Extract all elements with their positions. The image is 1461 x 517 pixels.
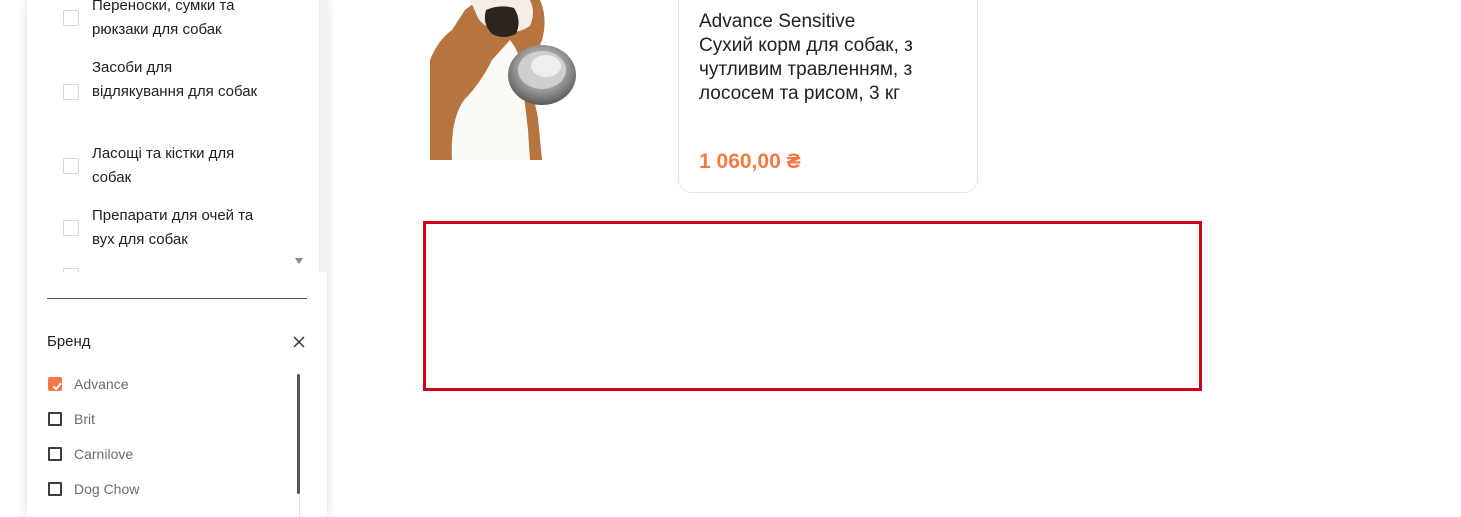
category-checkbox[interactable] (63, 220, 79, 236)
product-image[interactable] (430, 0, 580, 160)
filter-sidebar: Переноски, сумки та рюкзаки для собак За… (27, 0, 327, 517)
product-brand: Advance Sensitive (699, 11, 856, 32)
brand-label: Brit (74, 411, 95, 427)
brand-filter-list: Advance Brit Carnilove Dog Chow (27, 365, 327, 517)
brand-label: Advance (74, 376, 129, 392)
category-label: Ласощі та кістки для собак (92, 145, 235, 186)
checkbox[interactable] (48, 447, 62, 461)
category-checkbox[interactable] (63, 158, 79, 174)
category-label: Препарати для очей та вух для собак (92, 207, 254, 248)
product-title[interactable]: Advance Sensitive Сухий корм для собак, … (699, 10, 939, 106)
section-divider (47, 298, 307, 299)
product-description: Сухий корм для собак, з чутливим травлен… (699, 35, 913, 104)
checkmark-icon (52, 382, 62, 391)
category-filter-list: Переноски, сумки та рюкзаки для собак За… (27, 0, 319, 272)
scroll-down-arrow-icon[interactable] (295, 258, 303, 264)
checkbox-checked[interactable] (48, 377, 62, 391)
category-scrollbar[interactable] (319, 0, 327, 272)
category-checkbox[interactable] (63, 268, 79, 272)
category-checkbox[interactable] (63, 10, 79, 26)
brand-scrollbar-track[interactable] (299, 494, 300, 517)
category-label: Засоби для відлякування для собак (92, 59, 258, 100)
highlight-frame (423, 221, 1202, 391)
checkbox[interactable] (48, 482, 62, 496)
product-price: 1 060,00 ₴ (699, 150, 801, 173)
brand-scrollbar-thumb[interactable] (297, 374, 300, 494)
category-label: Переноски, сумки та рюкзаки для собак (92, 0, 235, 38)
checkbox[interactable] (48, 412, 62, 426)
brand-filter-title: Бренд (47, 333, 91, 350)
dog-with-bowl-image (430, 0, 576, 160)
category-checkbox[interactable] (63, 84, 79, 100)
close-icon[interactable] (289, 331, 309, 353)
brand-label: Dog Chow (74, 481, 140, 497)
product-card[interactable]: Advance Sensitive Сухий корм для собак, … (678, 0, 978, 193)
brand-label: Carnilove (74, 446, 134, 462)
